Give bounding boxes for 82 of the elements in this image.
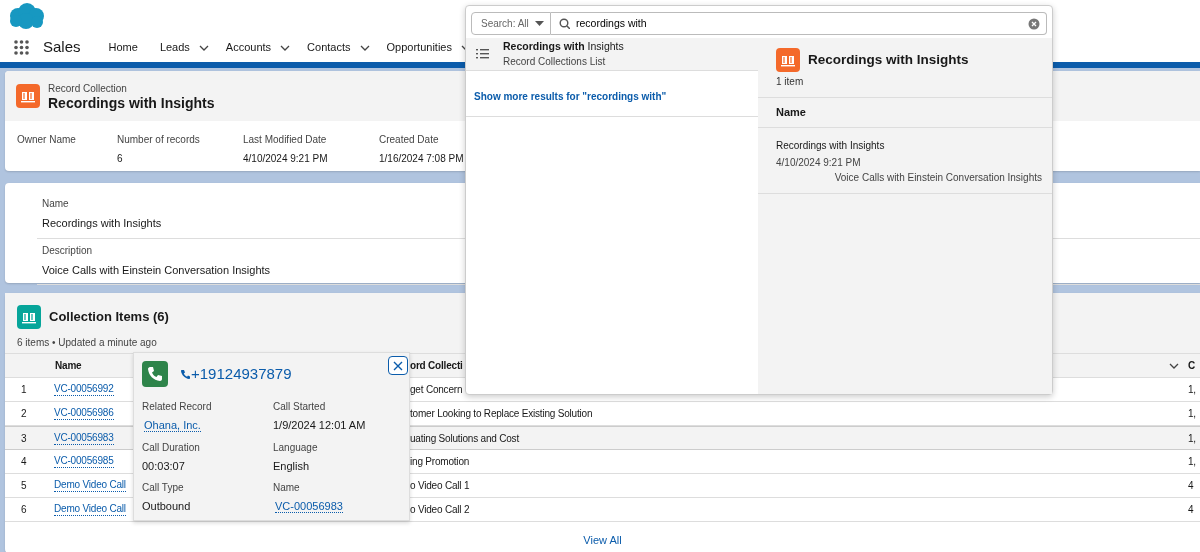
field-label: Related Record	[142, 400, 213, 414]
table-cell-text: uating Solutions and Cost	[410, 431, 519, 446]
column-header[interactable]: Name	[45, 358, 82, 373]
field-label: Name	[273, 481, 301, 495]
table-cell-text: get Concern	[410, 383, 463, 397]
row-number: 4	[20, 455, 27, 469]
preview-title: Recordings with Insights	[808, 50, 969, 69]
field-label: Name	[42, 197, 70, 211]
search-icon	[559, 18, 570, 29]
row-number: 5	[20, 479, 27, 493]
field-label: Created Date	[379, 133, 440, 147]
record-link[interactable]: Ohana, Inc.	[144, 419, 201, 432]
table-cell-text: 1,	[1188, 431, 1196, 446]
list-icon	[476, 49, 489, 59]
view-all-link[interactable]: View All	[583, 534, 622, 546]
search-result[interactable]: Recordings with Insights Record Collections List	[466, 38, 758, 71]
row-number: 1	[20, 383, 27, 397]
table-cell-text: o Video Call 2	[410, 503, 470, 517]
phone-icon	[142, 361, 168, 387]
field-value: 6	[117, 152, 124, 166]
record-link[interactable]: VC-00056983	[54, 431, 114, 445]
table-cell-text: tomer Looking to Replace Existing Solution	[410, 407, 593, 421]
record-link[interactable]: VC-00056986	[54, 407, 114, 420]
field-value: Outbound	[142, 500, 191, 512]
item-date: 4/10/2024 9:21 PM	[776, 155, 862, 170]
item-description: Voice Calls with Einstein Conversation Insights	[833, 170, 1042, 185]
item-count: 1 item	[775, 75, 805, 89]
clear-icon[interactable]	[1028, 17, 1040, 30]
column-header: Name	[758, 97, 1052, 128]
table-cell-text: o Video Call 1	[410, 479, 470, 493]
scope-dropdown[interactable]: Search: All	[471, 12, 551, 35]
search-bar[interactable]: recordings with	[551, 12, 1047, 35]
table-cell-text: 1,	[1188, 383, 1196, 397]
row-number: 6	[20, 503, 27, 517]
table-cell-text: 4	[1188, 503, 1194, 517]
nav-tab[interactable]: Home	[108, 39, 138, 56]
nav-tab[interactable]: Contacts	[307, 39, 371, 56]
record-link[interactable]: VC-00056992	[54, 383, 114, 396]
app-launcher-icon[interactable]	[14, 40, 29, 55]
row-number: 3	[20, 431, 27, 446]
field-value: Voice Calls with Einstein Conversation Insights	[42, 262, 272, 278]
field-value: 1/16/2024 7:08 PM	[379, 152, 465, 166]
column-header[interactable]: C	[1188, 358, 1196, 373]
record-collection-icon	[776, 48, 800, 72]
record-collection-icon	[16, 84, 40, 108]
list-subtitle: 6 items • Updated a minute ago	[17, 336, 158, 350]
close-icon[interactable]	[393, 360, 403, 371]
phone-icon	[180, 368, 191, 380]
row-number: 2	[20, 407, 27, 421]
field-value: Recordings with Insights	[42, 216, 163, 231]
record-title: Recordings with Insights	[48, 95, 215, 112]
item-name: Recordings with Insights	[776, 138, 886, 153]
field-label: Description	[42, 243, 94, 258]
phone-link[interactable]: +19124937879	[180, 362, 292, 386]
close-button[interactable]	[388, 356, 408, 375]
field-value: 4/10/2024 9:21 PM	[243, 152, 329, 166]
object-type: Record Collection	[48, 81, 128, 96]
record-link[interactable]: Demo Video Call	[54, 503, 126, 516]
column-header[interactable]: ord Collecti	[410, 358, 463, 373]
field-label: Last Modified Date	[243, 133, 328, 147]
dropdown-caret-icon[interactable]	[535, 21, 544, 26]
record-link[interactable]: VC-00056985	[54, 455, 114, 468]
field-label: Number of records	[117, 133, 201, 147]
search-field[interactable]: recordings with	[576, 15, 1022, 32]
field-label: Call Type	[142, 481, 185, 495]
table-cell-text: 4	[1188, 479, 1194, 493]
field-label: Owner Name	[17, 133, 77, 147]
table-cell-text: ing Promotion	[410, 455, 470, 469]
table-cell-text: 1,	[1188, 455, 1196, 469]
list-title: Collection Items (6)	[49, 309, 169, 325]
field-label: Call Started	[273, 400, 327, 414]
field-value: English	[273, 459, 310, 472]
nav-tab[interactable]: Leads	[159, 39, 210, 56]
result-subtitle: Record Collections List	[503, 55, 607, 70]
app-name: Sales	[43, 37, 81, 58]
result-title: Recordings with Insights	[503, 38, 624, 54]
nav-tab[interactable]: Accounts	[225, 39, 292, 56]
table-cell-text: 1,	[1188, 407, 1196, 421]
field-value: 00:03:07	[142, 459, 185, 472]
record-collection-icon	[17, 305, 41, 329]
record-link[interactable]: VC-00056983	[275, 500, 343, 513]
record-link[interactable]: Demo Video Call	[54, 479, 126, 492]
